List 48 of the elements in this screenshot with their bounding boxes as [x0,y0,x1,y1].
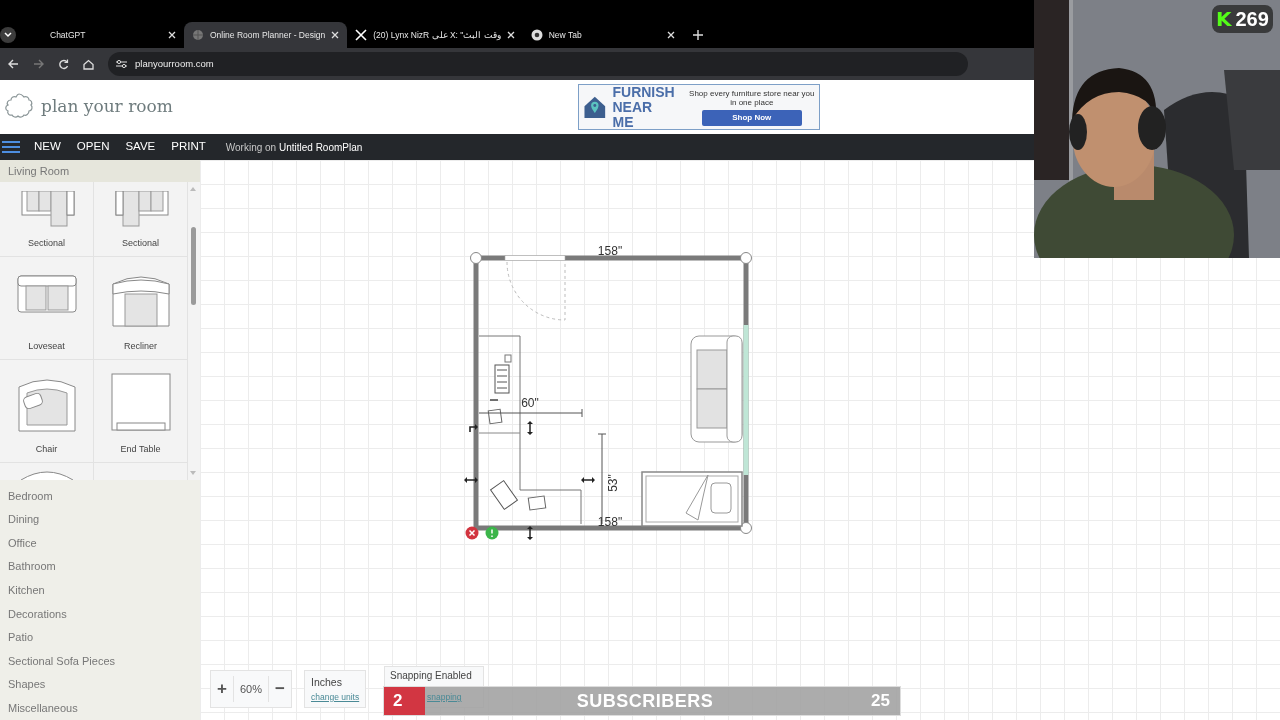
dimension-label: 60" [521,396,539,410]
toolbar-button[interactable]: OPEN [68,138,118,156]
category-item[interactable]: Patio [0,625,200,650]
toolbar-button[interactable]: PRINT [163,138,214,156]
category-item[interactable]: Office [0,531,200,555]
category-header[interactable]: Living Room [0,160,200,182]
category-item[interactable]: Shapes [0,672,200,697]
address-bar[interactable]: planyourroom.com [108,52,968,76]
furniture-item[interactable]: Recliner [94,257,188,360]
change-units-link[interactable]: change units [311,690,359,704]
badge-logo: K [1216,6,1232,33]
zoom-level: 60% [232,676,269,702]
browser-tab[interactable]: (20) Lynx NizR على X: "وقت البث [347,22,523,48]
browser-tab[interactable]: ChatGPT [24,22,184,48]
dimension-label: 53" [606,474,620,492]
working-on-status: Working on Untitled RoomPlan [225,140,363,155]
furniture-item[interactable]: Chair [0,360,94,463]
zoom-out-button[interactable]: − [268,676,291,702]
category-item[interactable]: Sectional Sofa Pieces [0,649,200,673]
toolbar-button[interactable]: SAVE [117,138,164,156]
dimension-label: 158" [597,515,623,529]
advertisement-banner[interactable]: FURNISH NEAR ME Shop every furniture store near you in one place Shop Now [577,84,820,130]
category-item[interactable]: Dining [0,507,200,532]
snapping-status: Snapping Enabled [390,669,473,683]
subscribers-label: SUBSCRIBERS [576,689,714,713]
ad-title: FURNISH [612,84,675,100]
browser-tab[interactable]: Online Room Planner - Design [184,22,348,48]
furniture-item[interactable]: Sectional [94,182,188,257]
category-item[interactable]: Bathroom [0,554,200,579]
category-item[interactable]: Kitchen [0,578,200,602]
ad-text: Shop every furniture store near you in one place [688,88,815,107]
shop-now-button[interactable]: Shop Now [701,109,802,126]
subscriber-count: 2 [393,690,404,713]
furniture-item[interactable]: Loveseat [0,257,94,360]
toolbar-button[interactable]: NEW [26,138,69,156]
furniture-item[interactable]: Sectional [0,182,94,257]
ad-title: NEAR ME [612,99,654,130]
goal-count: 25 [871,690,890,713]
units-label: Inches [311,675,343,690]
site-logo[interactable]: plan your room [41,94,173,120]
follower-count: 269 [1235,7,1269,32]
category-item[interactable]: Decorations [0,601,200,626]
browser-tab[interactable]: New Tab [522,22,683,48]
category-item[interactable]: Miscellaneous [0,696,200,720]
dimension-label: 158" [597,244,623,258]
furniture-item[interactable]: End Table [94,360,188,463]
zoom-in-button[interactable]: + [211,676,233,702]
category-item[interactable]: Bedroom [0,484,200,508]
